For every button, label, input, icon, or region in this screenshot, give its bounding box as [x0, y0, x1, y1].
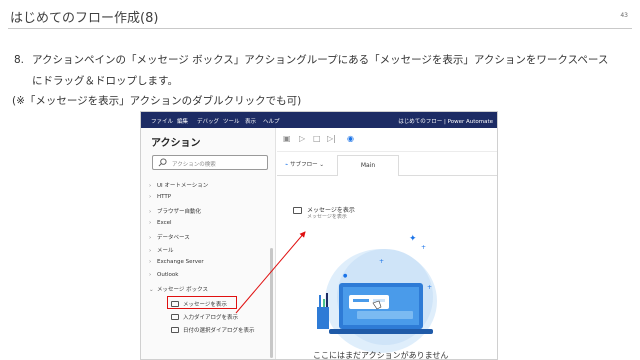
chevron-right-icon: › [149, 183, 152, 189]
step-note: (※「メッセージを表示」アクションのダブルクリックでも可) [12, 95, 302, 107]
page-number: 43 [620, 12, 628, 19]
menu-help[interactable]: ヘルプ [263, 117, 280, 125]
subflow-icon: ⌁ [285, 162, 289, 168]
tab-main[interactable]: Main [337, 155, 399, 176]
message-icon [171, 327, 179, 333]
action-group-database[interactable]: › データベース [149, 233, 190, 241]
svg-text:+: + [421, 244, 426, 251]
action-group-http[interactable]: › HTTP [149, 194, 171, 200]
svg-text:+: + [427, 284, 432, 291]
svg-text:●: ● [343, 273, 348, 279]
action-group-mail[interactable]: › メール [149, 246, 174, 254]
action-group-exchange[interactable]: › Exchange Server [149, 259, 204, 265]
window-title: はじめてのフロー | Power Automate [398, 119, 493, 125]
action-group-ui-automation[interactable]: › UI オートメーション [149, 181, 208, 189]
subflow-dropdown[interactable]: ⌁ サブフロー ⌄ [285, 160, 324, 168]
title-divider [8, 28, 632, 29]
svg-text:✦: ✦ [409, 234, 417, 244]
message-icon [293, 207, 302, 214]
action-group-message-box[interactable]: ⌄ メッセージ ボックス [149, 285, 208, 293]
message-icon [171, 314, 179, 320]
slide-page: はじめてのフロー作成(8) 43 8. アクションペインの「メッセージ ボックス… [0, 0, 640, 360]
action-group-outlook[interactable]: › Outlook [149, 272, 178, 278]
chevron-right-icon: › [149, 272, 152, 278]
menu-debug[interactable]: デバッグ [197, 117, 219, 125]
chevron-right-icon: › [149, 209, 152, 215]
action-search-input[interactable]: アクションの検索 [152, 155, 268, 170]
chevron-right-icon: › [149, 194, 152, 200]
record-icon[interactable]: ◉ [347, 134, 356, 143]
step-icon[interactable]: ▷| [327, 134, 336, 143]
workspace[interactable]: ✦ + + + ● メッセージを表示 メッセージを表示 ここにはまだアクションが… [277, 177, 497, 360]
save-icon[interactable]: ▣ [283, 134, 292, 143]
svg-text:+: + [379, 258, 384, 265]
stop-icon[interactable]: □ [313, 134, 322, 143]
app-screenshot: ファイル 編集 デバッグ ツール 表示 ヘルプ はじめてのフロー | Power… [140, 111, 498, 360]
chevron-right-icon: › [149, 220, 152, 226]
actions-pane: アクション アクションの検索 › UI オートメーション › HTTP › ブラウザー… [141, 128, 276, 359]
flow-toolbar: ▣ ▷ □ ▷| ◉ [277, 128, 497, 152]
menu-tools[interactable]: ツール [223, 117, 240, 125]
chevron-down-icon: ⌄ [149, 287, 154, 293]
search-icon [158, 158, 167, 167]
run-icon[interactable]: ▷ [299, 134, 308, 143]
search-placeholder: アクションの検索 [172, 162, 216, 168]
step-number: 8. [14, 54, 25, 66]
action-group-browser[interactable]: › ブラウザー自動化 [149, 207, 201, 215]
chevron-right-icon: › [149, 248, 152, 254]
step-instruction: 8. アクションペインの「メッセージ ボックス」アクショングループにある「メッセ… [14, 50, 614, 92]
highlight-box [167, 296, 237, 309]
page-title: はじめてのフロー作成(8) [10, 11, 159, 26]
menu-edit[interactable]: 編集 [177, 117, 188, 125]
action-group-excel[interactable]: › Excel [149, 220, 172, 226]
menu-file[interactable]: ファイル [151, 117, 173, 125]
step-text: アクションペインの「メッセージ ボックス」アクショングループにある「メッセージを… [32, 54, 609, 87]
actions-pane-title: アクション [151, 138, 201, 149]
menu-view[interactable]: 表示 [245, 117, 256, 125]
sidebar-scrollbar[interactable] [270, 248, 273, 358]
empty-workspace-message: ここにはまだアクションがありません [313, 351, 449, 360]
menu-bar: ファイル 編集 デバッグ ツール 表示 ヘルプ はじめてのフロー | Power… [141, 112, 497, 128]
chevron-right-icon: › [149, 259, 152, 265]
flow-tabs: ⌁ サブフロー ⌄ Main [277, 152, 497, 176]
dropped-action-sub: メッセージを表示 [307, 214, 347, 220]
chevron-right-icon: › [149, 235, 152, 241]
